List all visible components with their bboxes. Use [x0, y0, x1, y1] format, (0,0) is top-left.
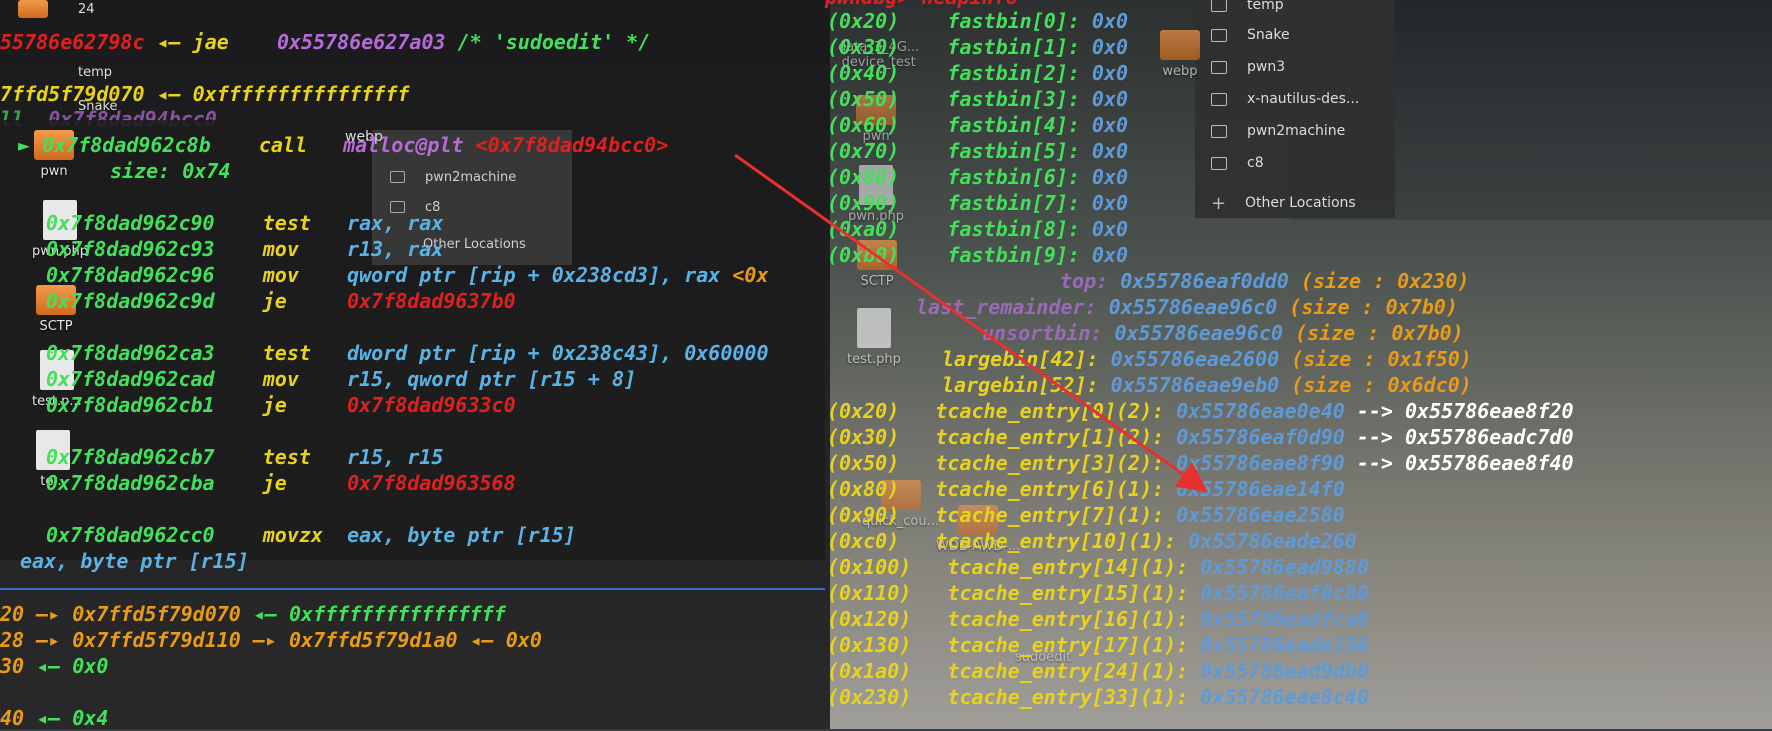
sidebar-item-pwn3[interactable]: pwn3	[1195, 52, 1285, 82]
fastbin-row: (0x60) fastbin[4]: 0x0	[827, 113, 1129, 137]
folder-icon	[1211, 0, 1227, 12]
tcache-row: (0x120) tcache_entry[16](1): 0x55786eadf…	[827, 607, 1369, 631]
desktop-label-24: 24	[78, 2, 95, 17]
tcache-row: (0x80) tcache_entry[6](1): 0x55786eae14f…	[827, 477, 1345, 501]
disasm-line: 0x7f8dad962cb1 je 0x7f8dad9633c0	[46, 393, 516, 417]
overlay-item-pwn2machine[interactable]: pwn2machine	[372, 163, 516, 191]
disasm-line: ► 0x7f8dad962c8b call malloc@plt <0x7f8d…	[18, 133, 669, 157]
tcache-row: (0x100) tcache_entry[14](1): 0x55786ead9…	[827, 555, 1369, 579]
stack-line: 28 —▸ 0x7ffd5f79d110 —▸ 0x7ffd5f79d1a0 ◂…	[0, 628, 542, 652]
desktop-label-temp: temp	[78, 65, 113, 80]
disasm-line: 0x7f8dad962cb7 test r15, r15	[46, 445, 444, 469]
fastbin-row: (0x80) fastbin[6]: 0x0	[827, 165, 1129, 189]
tcache-row: (0x50) tcache_entry[3](2): 0x55786eae8f9…	[827, 451, 1574, 475]
tcache-row: (0x20) tcache_entry[0](2): 0x55786eae0e4…	[827, 399, 1574, 423]
folder-icon	[18, 0, 48, 18]
bin-row-largebin-42: largebin[42]: 0x55786eae2600 (size : 0x1…	[942, 347, 1472, 371]
stack-line: 40 ◂— 0x4	[0, 706, 109, 730]
code-line-top-0: 55786e62798c ◂— jae 0x55786e627a03 /* 's…	[0, 30, 651, 54]
disasm-line: size: 0x74	[110, 159, 231, 183]
folder-icon	[390, 171, 405, 183]
tcache-row: (0x130) tcache_entry[17](1): 0x55786eade…	[827, 633, 1369, 657]
fastbin-row: (0xa0) fastbin[8]: 0x0	[827, 217, 1129, 241]
disasm-line: 0x7f8dad962c90 test rax, rax	[46, 211, 444, 235]
desktop-icon-testphp-right[interactable]: test.php	[847, 308, 901, 367]
disasm-line: 0x7f8dad962ca3 test dword ptr [rip + 0x2…	[46, 341, 769, 365]
plus-icon: +	[1211, 192, 1227, 214]
disasm-line: 0x7f8dad962cc0 movzx eax, byte ptr [r15]	[46, 523, 576, 547]
fastbin-row: (0x70) fastbin[5]: 0x0	[827, 139, 1129, 163]
disasm-line: 0x7f8dad962c9d je 0x7f8dad9637b0	[46, 289, 516, 313]
desktop-icon-webp-right[interactable]: webp	[1160, 30, 1200, 79]
tcache-row: (0xc0) tcache_entry[10](1): 0x55786eade2…	[827, 529, 1357, 553]
sidebar-item-c8[interactable]: c8	[1195, 148, 1264, 178]
tcache-row: (0x30) tcache_entry[1](2): 0x55786eaf0d9…	[827, 425, 1574, 449]
folder-icon	[1211, 28, 1227, 42]
code-line-top-1: 7ffd5f79d070 ◂— 0xffffffffffffffff	[0, 82, 410, 106]
fastbin-row: (0x40) fastbin[2]: 0x0	[827, 61, 1129, 85]
bin-row-last-remainder: last_remainder: 0x55786eae96c0 (size : 0…	[916, 295, 1458, 319]
sidebar-item-snake[interactable]: Snake	[1195, 20, 1290, 50]
under-line: eax, byte ptr [r15]	[20, 549, 249, 573]
monitor-icon	[1211, 92, 1227, 106]
code-file-icon	[856, 308, 891, 348]
sidebar-item-nautilus[interactable]: x-nautilus-des...	[1195, 84, 1359, 114]
tcache-row: (0x90) tcache_entry[7](1): 0x55786eae258…	[827, 503, 1345, 527]
fastbin-row: (0x20) fastbin[0]: 0x0	[827, 9, 1129, 33]
disasm-line: 0x7f8dad962c96 mov qword ptr [rip + 0x23…	[46, 263, 769, 287]
file-browser-sidebar: temp Snake pwn3 x-nautilus-des... pwn2ma…	[1195, 0, 1395, 218]
tcache-row: (0x110) tcache_entry[15](1): 0x55786eaf0…	[827, 581, 1369, 605]
folder-icon	[1211, 60, 1227, 74]
desktop-icon-24[interactable]	[18, 0, 48, 22]
disasm-line: 0x7f8dad962cba je 0x7f8dad963568	[46, 471, 516, 495]
fastbin-row: (0x90) fastbin[7]: 0x0	[827, 191, 1129, 215]
disasm-line: 0x7f8dad962c93 mov r13, rax	[46, 237, 444, 261]
separator-line	[0, 588, 825, 590]
stack-line: 20 —▸ 0x7ffd5f79d070 ◂— 0xffffffffffffff…	[0, 602, 506, 626]
sidebar-item-temp[interactable]: temp	[1195, 0, 1284, 20]
bin-row-largebin-52: largebin[52]: 0x55786eae9eb0 (size : 0x6…	[942, 373, 1472, 397]
disasm-line: 0x7f8dad962cad mov r15, qword ptr [r15 +…	[46, 367, 637, 391]
folder-icon	[1211, 124, 1227, 138]
sidebar-item-pwn2machine[interactable]: pwn2machine	[1195, 116, 1345, 146]
tcache-row: (0x230) tcache_entry[33](1): 0x55786eae8…	[827, 685, 1369, 709]
folder-icon	[1160, 30, 1200, 60]
bin-row-top: top: 0x55786eaf0dd0 (size : 0x230)	[1060, 269, 1470, 293]
fastbin-row: (0x30) fastbin[1]: 0x0	[827, 35, 1129, 59]
folder-icon	[1211, 156, 1227, 170]
fastbin-row: (0x50) fastbin[3]: 0x0	[827, 87, 1129, 111]
stack-line: 30 ◂— 0x0	[0, 654, 109, 678]
fastbin-row: (0xb0) fastbin[9]: 0x0	[827, 243, 1129, 267]
sidebar-item-other-locations[interactable]: + Other Locations	[1195, 188, 1356, 218]
bin-row-unsortbin: unsortbin: 0x55786eae96c0 (size : 0x7b0)	[982, 321, 1464, 345]
tcache-row: (0x1a0) tcache_entry[24](1): 0x55786ead9…	[827, 659, 1369, 683]
